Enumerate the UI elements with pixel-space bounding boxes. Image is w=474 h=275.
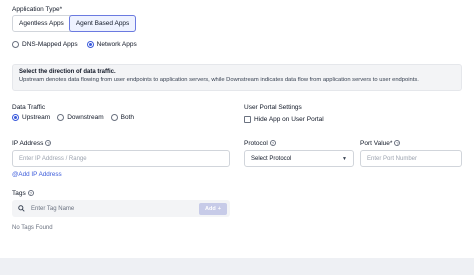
- port-value-input[interactable]: Enter Port Number: [360, 150, 462, 167]
- help-icon: ?: [27, 190, 34, 197]
- upstream-option[interactable]: Upstream: [12, 114, 50, 121]
- protocol-select[interactable]: Select Protocol ▼: [244, 150, 354, 167]
- plus-icon: +: [217, 205, 221, 212]
- radio-icon[interactable]: [110, 114, 118, 121]
- info-description: Upstream denotes data flowing from user …: [19, 77, 419, 83]
- agentless-apps-button[interactable]: Agentless Apps: [13, 16, 70, 31]
- tag-input-row: Enter Tag Name Add +: [12, 200, 230, 217]
- traffic-info-box: Select the direction of data traffic. Up…: [12, 64, 462, 91]
- downstream-option[interactable]: Downstream: [57, 114, 104, 121]
- tag-name-input[interactable]: Enter Tag Name: [31, 206, 74, 212]
- agent-based-apps-button[interactable]: Agent Based Apps: [68, 15, 137, 32]
- radio-icon[interactable]: [57, 114, 65, 121]
- app-mode-group: DNS-Mapped Apps Network Apps: [12, 41, 137, 48]
- search-icon: [18, 205, 25, 212]
- help-icon: ?: [45, 140, 52, 147]
- help-icon: ?: [269, 140, 276, 147]
- application-type-toggle: Agentless Apps Agent Based Apps: [12, 15, 137, 32]
- protocol-label: Protocol?: [244, 140, 276, 147]
- radio-icon[interactable]: [12, 41, 19, 48]
- footer-bar: [0, 258, 474, 275]
- radio-selected-icon[interactable]: [12, 114, 19, 121]
- ip-address-input[interactable]: Enter IP Address / Range: [12, 150, 230, 167]
- data-traffic-group: Upstream Downstream Both: [12, 114, 134, 121]
- caret-down-icon: ▼: [342, 155, 347, 162]
- tags-label: Tags?: [12, 190, 34, 197]
- radio-selected-icon[interactable]: [86, 41, 94, 48]
- both-option[interactable]: Both: [110, 114, 134, 121]
- data-traffic-label: Data Traffic: [12, 104, 46, 111]
- port-value-label: Port Value*?: [360, 140, 401, 147]
- no-tags-text: No Tags Found: [12, 225, 53, 231]
- info-title: Select the direction of data traffic.: [19, 69, 116, 75]
- dns-mapped-apps-option[interactable]: DNS-Mapped Apps: [12, 41, 78, 48]
- add-ip-address-link[interactable]: @Add IP Address: [12, 171, 62, 178]
- add-tag-button[interactable]: Add +: [199, 202, 227, 215]
- user-portal-settings-label: User Portal Settings: [244, 104, 302, 111]
- checkbox-icon[interactable]: [244, 116, 251, 123]
- help-icon: ?: [394, 140, 401, 147]
- hide-app-option[interactable]: Hide App on User Portal: [244, 116, 324, 123]
- network-apps-option[interactable]: Network Apps: [86, 41, 137, 48]
- application-type-label: Application Type*: [12, 6, 63, 13]
- ip-address-label: IP Address?: [12, 140, 52, 147]
